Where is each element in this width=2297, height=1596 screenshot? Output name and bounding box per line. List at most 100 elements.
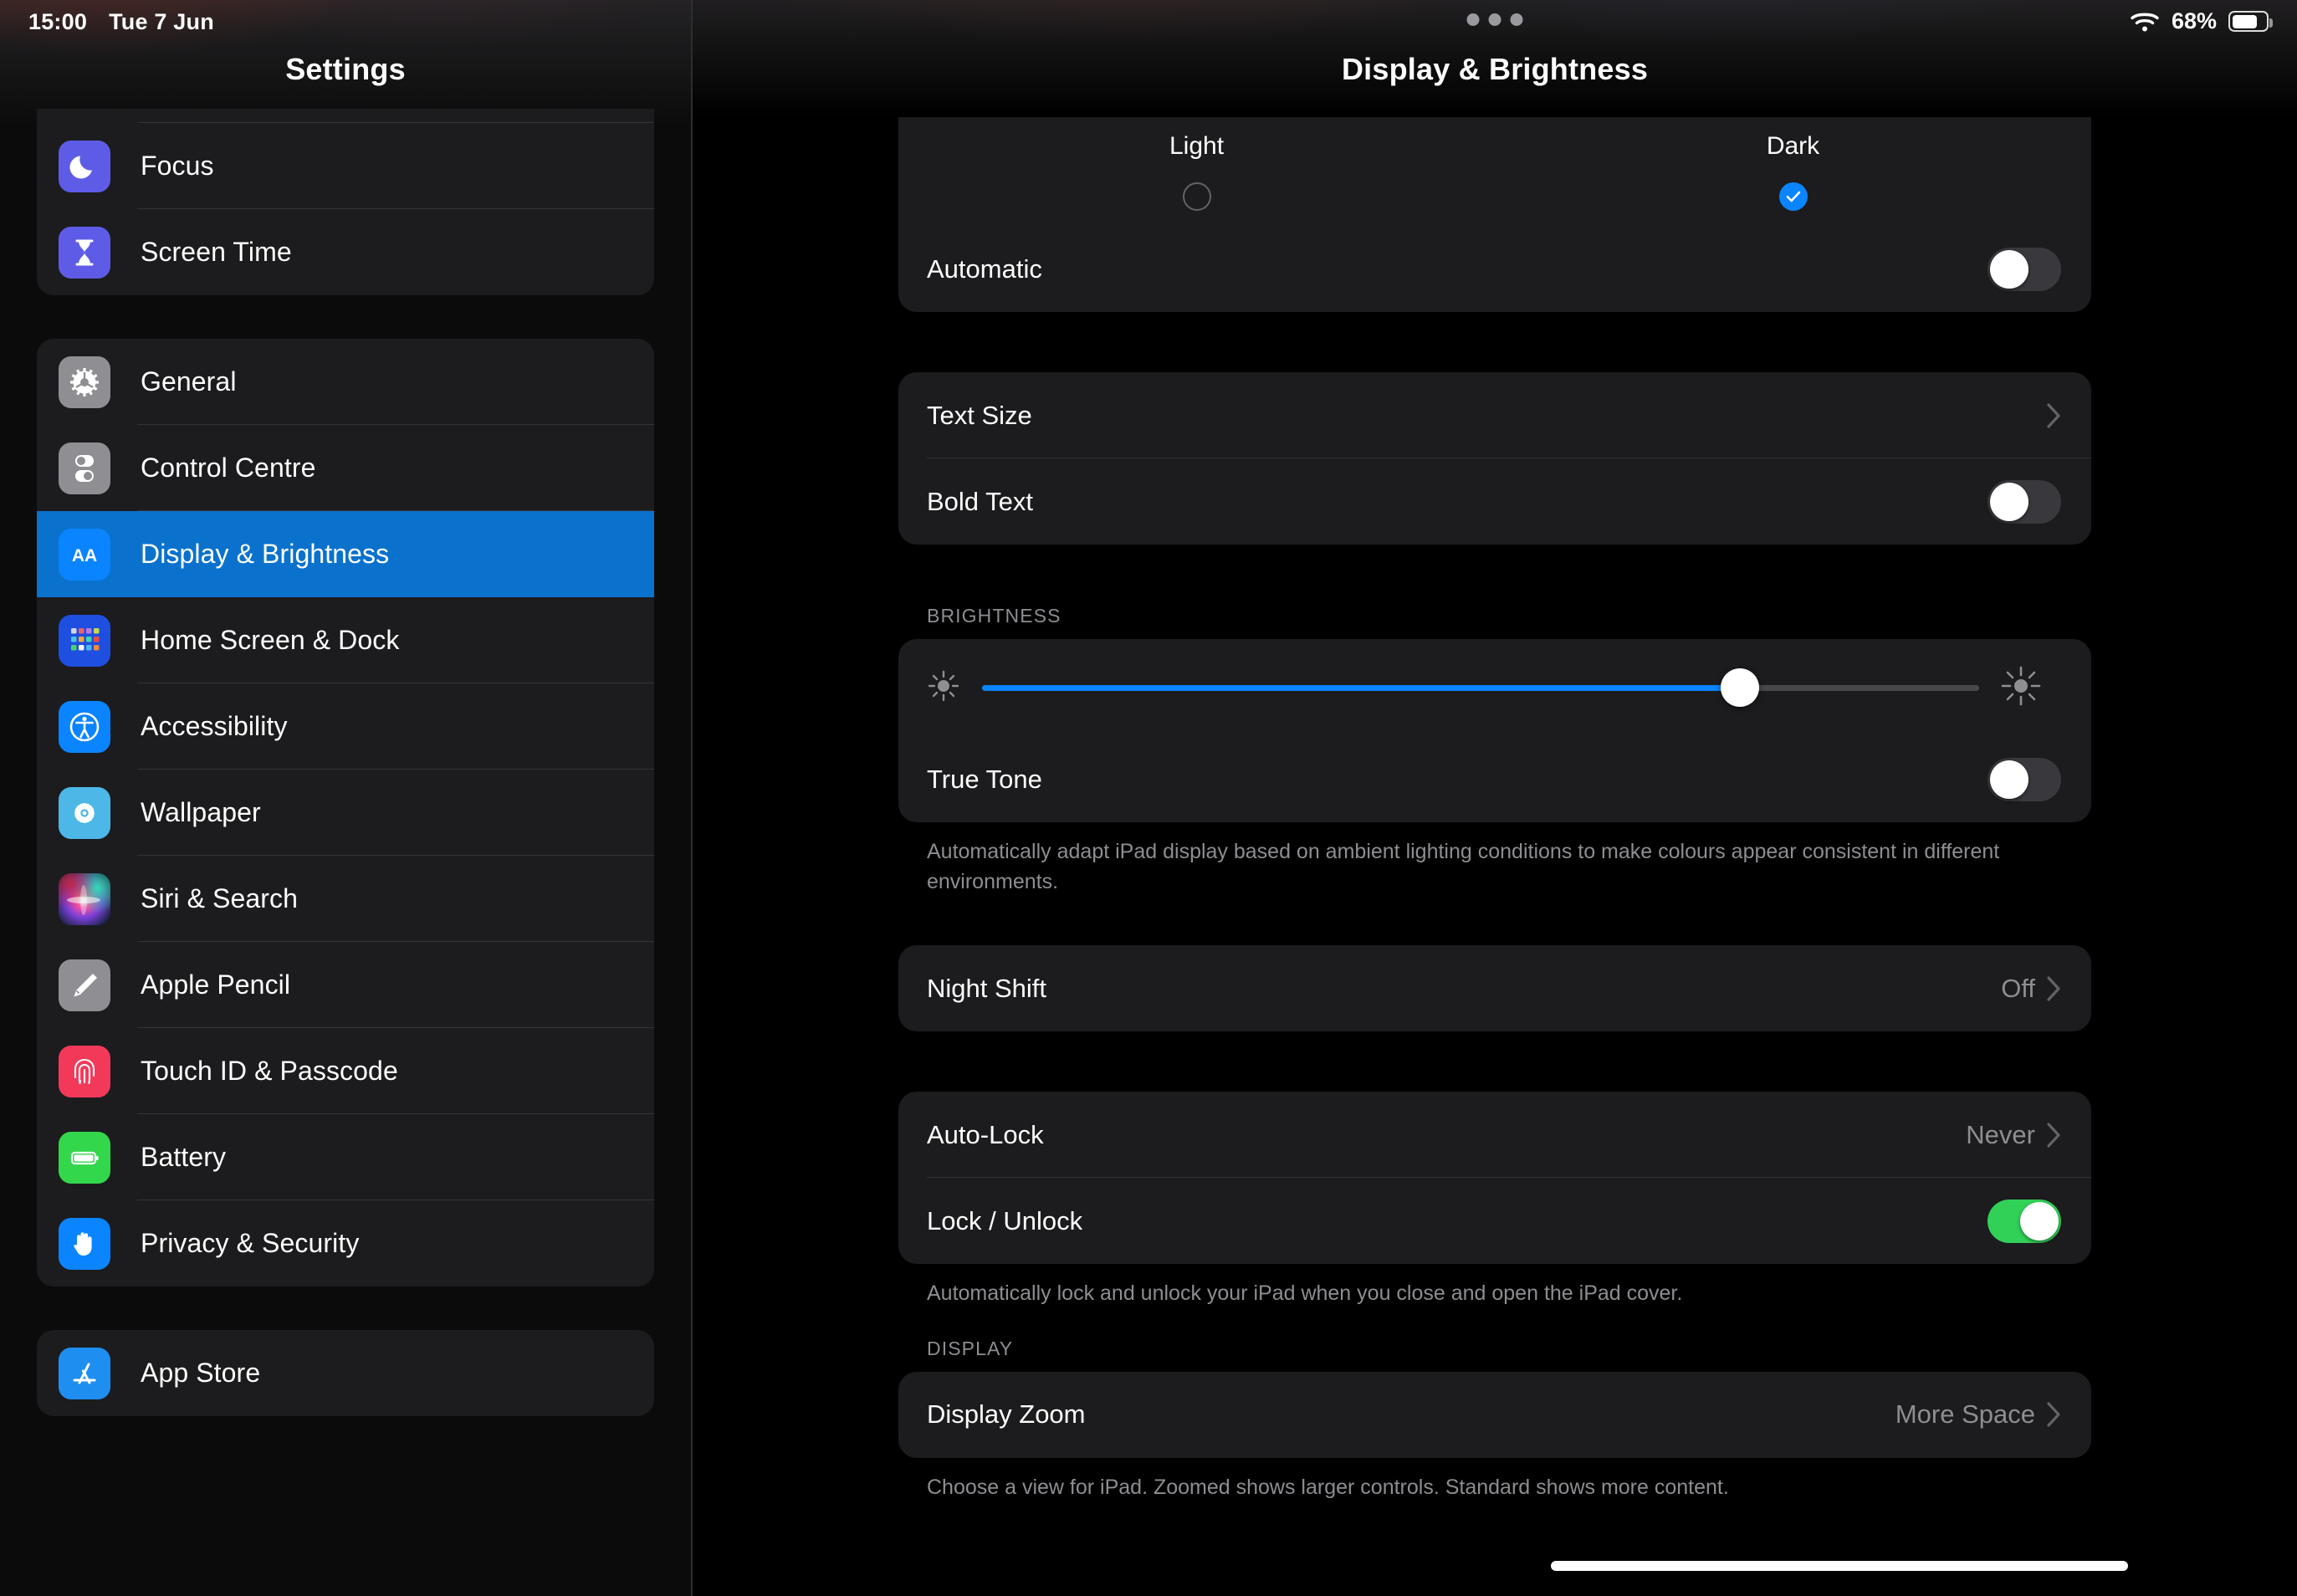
row-night-shift[interactable]: Night Shift Off bbox=[898, 945, 2091, 1031]
lock-unlock-toggle[interactable] bbox=[1987, 1199, 2061, 1243]
gear-icon bbox=[59, 356, 110, 408]
true-tone-toggle[interactable] bbox=[1987, 757, 2061, 801]
sidebar-item-label: Touch ID & Passcode bbox=[141, 1056, 398, 1086]
display-brightness-pane: Display & Brightness Light Dark Automati… bbox=[693, 0, 2297, 1596]
sidebar-item-sounds[interactable]: Sounds bbox=[37, 109, 654, 123]
flower-icon bbox=[59, 786, 110, 839]
sidebar-item-touch-id-passcode[interactable]: Touch ID & Passcode bbox=[37, 1028, 654, 1114]
appearance-option-light[interactable]: Light bbox=[898, 127, 1495, 223]
display-card: Display Zoom More Space bbox=[898, 1371, 2091, 1458]
sun-small-icon bbox=[927, 669, 960, 707]
sidebar-item-label: Accessibility bbox=[141, 711, 288, 741]
row-bold-text[interactable]: Bold Text bbox=[898, 458, 2091, 545]
svg-text:AA: AA bbox=[72, 546, 97, 565]
sidebar-group-1: General Control Centre AA Display & Brightn… bbox=[37, 339, 654, 1287]
sidebar-item-home-screen-dock[interactable]: Home Screen & Dock bbox=[37, 597, 654, 683]
sun-large-icon bbox=[2001, 666, 2041, 710]
sidebar-item-wallpaper[interactable]: Wallpaper bbox=[37, 770, 654, 856]
detail-title: Display & Brightness bbox=[1341, 52, 1649, 86]
true-tone-label: True Tone bbox=[927, 764, 1042, 794]
true-tone-footnote: Automatically adapt iPad display based o… bbox=[927, 840, 2000, 893]
multitasking-dots-icon[interactable] bbox=[1466, 13, 1523, 26]
row-auto-lock[interactable]: Auto-Lock Never bbox=[898, 1092, 2091, 1178]
appearance-option-dark[interactable]: Dark bbox=[1495, 127, 2091, 223]
bold-text-toggle[interactable] bbox=[1987, 479, 2061, 524]
sidebar-item-label: Battery bbox=[141, 1142, 227, 1172]
detail-scroll-area[interactable]: Light Dark Automatic Text Size Bold Text… bbox=[693, 117, 2297, 1596]
night-shift-value: Off bbox=[2001, 973, 2035, 1003]
chevron-right-icon bbox=[2047, 1122, 2061, 1148]
brightness-section-header: BRIGHTNESS bbox=[927, 605, 1062, 627]
ipad-settings-screen: Settings Sounds Focus Screen Time General Co… bbox=[0, 0, 2297, 1596]
battery-icon bbox=[59, 1131, 110, 1184]
row-automatic[interactable]: Automatic bbox=[898, 226, 2091, 312]
bold-text-label: Bold Text bbox=[927, 486, 1033, 516]
home-indicator[interactable] bbox=[1551, 1561, 2128, 1571]
fingerprint-icon bbox=[59, 1045, 110, 1097]
night-shift-label: Night Shift bbox=[927, 973, 1047, 1003]
sidebar-item-display-brightness[interactable]: AA Display & Brightness bbox=[37, 511, 654, 597]
app-grid-icon bbox=[59, 614, 110, 667]
sidebar-scroll-area[interactable]: Sounds Focus Screen Time General Control Cen… bbox=[0, 109, 691, 1596]
sidebar-item-label: Focus bbox=[141, 151, 214, 181]
brightness-card: True Tone bbox=[898, 639, 2091, 822]
sidebar-item-screen-time[interactable]: Screen Time bbox=[37, 209, 654, 295]
sidebar-item-focus[interactable]: Focus bbox=[37, 123, 654, 209]
sidebar-item-label: Display & Brightness bbox=[141, 539, 390, 569]
settings-sidebar: Settings Sounds Focus Screen Time General Co… bbox=[0, 0, 691, 1596]
sidebar-item-battery[interactable]: Battery bbox=[37, 1114, 654, 1200]
appearance-dark-label: Dark bbox=[1766, 132, 1820, 160]
siri-orb-icon bbox=[59, 872, 110, 925]
row-lock-unlock[interactable]: Lock / Unlock bbox=[898, 1178, 2091, 1264]
row-true-tone[interactable]: True Tone bbox=[898, 736, 2091, 822]
sidebar-item-label: Siri & Search bbox=[141, 883, 299, 913]
text-card: Text Size Bold Text bbox=[898, 372, 2091, 545]
display-zoom-label: Display Zoom bbox=[927, 1399, 1086, 1429]
sidebar-item-apple-pencil[interactable]: Apple Pencil bbox=[37, 942, 654, 1028]
crescent-moon-icon bbox=[59, 140, 110, 192]
radio-unselected-icon[interactable] bbox=[1182, 182, 1211, 211]
automatic-toggle[interactable] bbox=[1987, 247, 2061, 291]
display-zoom-footnote: Choose a view for iPad. Zoomed shows lar… bbox=[927, 1475, 1729, 1499]
lock-card: Auto-Lock Never Lock / Unlock bbox=[898, 1092, 2091, 1264]
chevron-right-icon bbox=[2047, 1402, 2061, 1427]
lock-unlock-footnote: Automatically lock and unlock your iPad … bbox=[927, 1281, 1683, 1305]
text-size-label: Text Size bbox=[927, 400, 1032, 430]
sidebar-item-general[interactable]: General bbox=[37, 339, 654, 425]
sidebar-item-label: General bbox=[141, 366, 237, 396]
sidebar-item-label: Privacy & Security bbox=[141, 1228, 360, 1258]
sidebar-item-control-centre[interactable]: Control Centre bbox=[37, 425, 654, 511]
sidebar-item-label: Wallpaper bbox=[141, 797, 261, 827]
chevron-right-icon bbox=[2047, 975, 2061, 1001]
row-text-size[interactable]: Text Size bbox=[898, 372, 2091, 458]
auto-lock-label: Auto-Lock bbox=[927, 1119, 1044, 1149]
lock-unlock-label: Lock / Unlock bbox=[927, 1205, 1083, 1235]
sidebar-item-siri-search[interactable]: Siri & Search bbox=[37, 856, 654, 942]
appearance-options: Light Dark bbox=[898, 117, 2091, 226]
sidebar-item-label: Control Centre bbox=[141, 453, 316, 483]
sidebar-item-label: Screen Time bbox=[141, 237, 292, 267]
row-display-zoom[interactable]: Display Zoom More Space bbox=[898, 1372, 2091, 1458]
hourglass-icon bbox=[59, 226, 110, 279]
page-title: Settings bbox=[285, 52, 406, 86]
sidebar-group-2: App Store bbox=[37, 1330, 654, 1416]
pencil-icon bbox=[59, 959, 110, 1011]
sidebar-item-label: Home Screen & Dock bbox=[141, 625, 400, 655]
sidebar-group-0: Sounds Focus Screen Time bbox=[37, 109, 654, 295]
slider-thumb[interactable] bbox=[1720, 668, 1759, 707]
sidebar-item-privacy-security[interactable]: Privacy & Security bbox=[37, 1200, 654, 1287]
automatic-label: Automatic bbox=[927, 253, 1042, 284]
hand-raised-icon bbox=[59, 1217, 110, 1270]
night-shift-card: Night Shift Off bbox=[898, 945, 2091, 1031]
sidebar-item-app-store[interactable]: App Store bbox=[37, 1330, 654, 1416]
radio-selected-check-icon[interactable] bbox=[1778, 182, 1808, 211]
display-section-header: DISPLAY bbox=[927, 1337, 1014, 1359]
row-brightness-slider[interactable] bbox=[898, 639, 2091, 736]
switches-icon bbox=[59, 442, 110, 494]
sidebar-item-accessibility[interactable]: Accessibility bbox=[37, 683, 654, 770]
app-store-icon bbox=[59, 1347, 110, 1399]
display-zoom-value: More Space bbox=[1895, 1399, 2035, 1429]
sidebar-item-label: App Store bbox=[141, 1358, 261, 1388]
brightness-slider[interactable] bbox=[982, 668, 1979, 707]
aa-text-icon: AA bbox=[59, 528, 110, 581]
